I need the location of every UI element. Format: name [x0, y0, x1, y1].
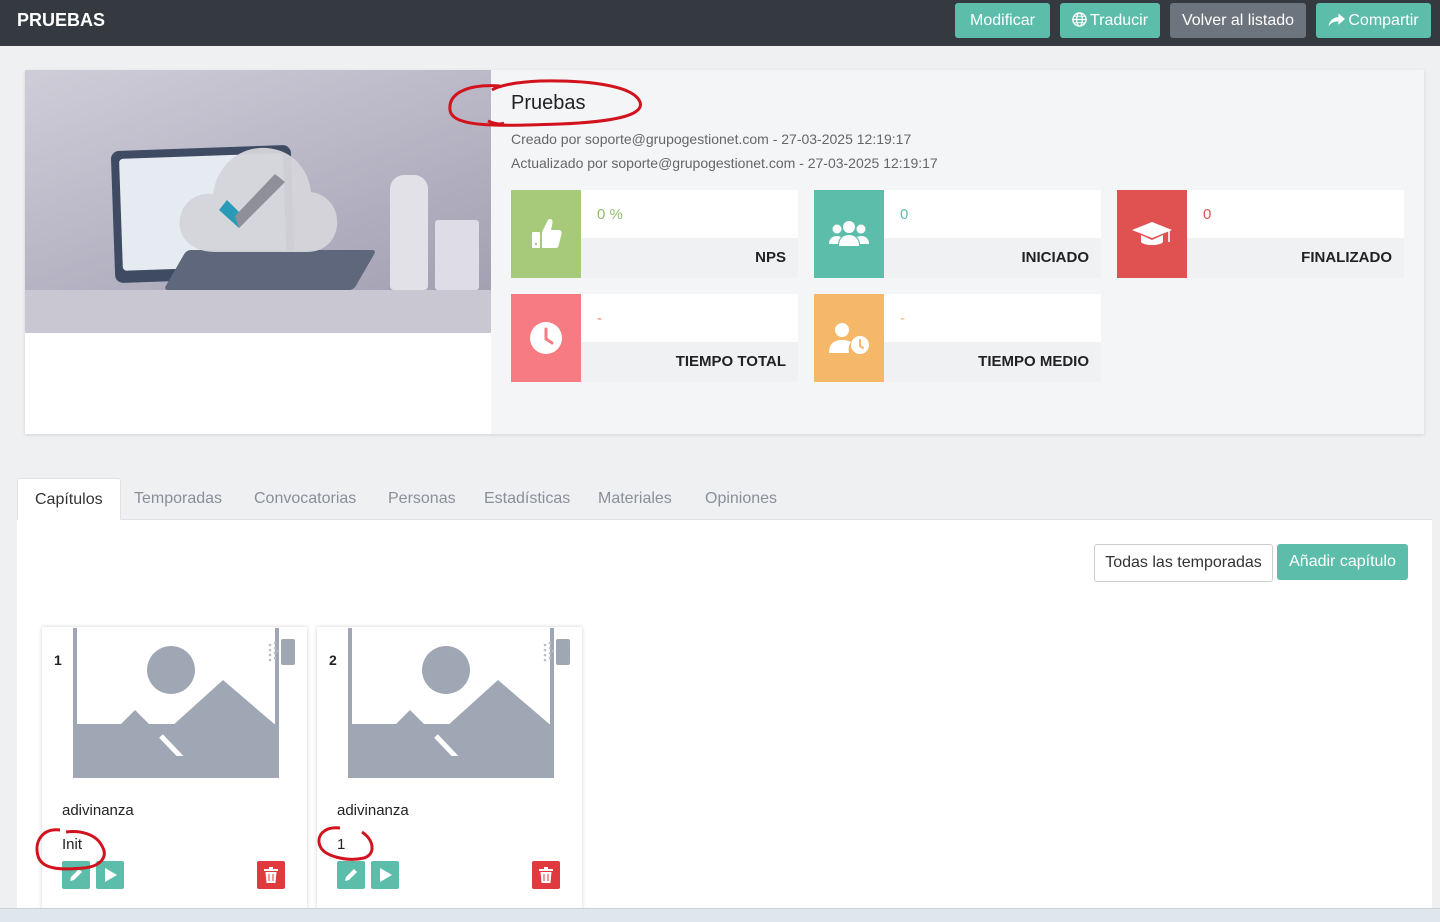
stat-finished: 0 FINALIZADO	[1117, 190, 1404, 278]
chapter-card[interactable]: 2 adivinanza 1	[317, 627, 582, 922]
chapter-name: adivinanza	[62, 802, 134, 819]
stat-value: -	[900, 310, 905, 327]
stat-average-time: - TIEMPO MEDIO	[814, 294, 1101, 382]
image-placeholder-icon	[73, 628, 279, 778]
share-button[interactable]: Compartir	[1316, 3, 1431, 38]
stat-label: TIEMPO MEDIO	[978, 353, 1089, 370]
pencil-icon	[70, 869, 82, 881]
edit-chapter-button[interactable]	[337, 861, 365, 889]
trash-icon	[539, 867, 553, 883]
trash-icon	[264, 867, 278, 883]
play-icon	[380, 868, 392, 882]
clock-icon	[511, 294, 581, 382]
stat-value: 0	[1203, 206, 1212, 223]
stat-value: -	[597, 310, 602, 327]
tab-people[interactable]: Personas	[371, 478, 473, 520]
drag-handle-icon[interactable]	[542, 639, 570, 665]
course-summary-card: Pruebas Creado por soporte@grupogestione…	[25, 70, 1424, 434]
tab-materials[interactable]: Materiales	[581, 478, 689, 520]
tab-seasons[interactable]: Temporadas	[117, 478, 239, 520]
stat-value: 0 %	[597, 206, 623, 223]
share-label: Compartir	[1348, 12, 1419, 29]
delete-chapter-button[interactable]	[532, 861, 560, 889]
back-to-list-button[interactable]: Volver al listado	[1170, 3, 1306, 38]
modify-button[interactable]: Modificar	[955, 3, 1050, 38]
users-icon	[814, 190, 884, 278]
stat-label: TIEMPO TOTAL	[675, 353, 786, 370]
stat-nps: 0 % NPS	[511, 190, 798, 278]
chapter-number: 1	[54, 652, 62, 668]
pencil-icon	[345, 869, 357, 881]
chapter-number: 2	[329, 652, 337, 668]
page-title: Pruebas	[511, 92, 586, 114]
updated-by-text: Actualizado por soporte@grupogestionet.c…	[511, 155, 938, 171]
tab-opinions[interactable]: Opiniones	[688, 478, 794, 520]
created-by-text: Creado por soporte@grupogestionet.com - …	[511, 131, 912, 147]
stat-started: 0 INICIADO	[814, 190, 1101, 278]
image-placeholder-icon	[348, 628, 554, 778]
app-title: PRUEBAS	[17, 10, 106, 30]
stat-label: INICIADO	[1021, 249, 1090, 266]
delete-chapter-button[interactable]	[257, 861, 285, 889]
play-chapter-button[interactable]	[96, 861, 124, 889]
user-clock-icon	[814, 294, 884, 382]
stat-total-time: - TIEMPO TOTAL	[511, 294, 798, 382]
course-image-panel	[25, 70, 491, 434]
translate-button[interactable]: Traducir	[1060, 3, 1160, 38]
all-seasons-button[interactable]: Todas las temporadas	[1094, 544, 1273, 582]
drag-handle-icon[interactable]	[267, 639, 295, 665]
tab-calls[interactable]: Convocatorias	[237, 478, 373, 520]
thumbs-up-icon	[511, 190, 581, 278]
stat-value: 0	[900, 206, 909, 223]
tab-chapters[interactable]: Capítulos	[17, 478, 121, 520]
chapter-name: adivinanza	[337, 802, 409, 819]
play-icon	[105, 868, 117, 882]
top-bar: PRUEBAS Modificar Traducir Volver al lis…	[0, 0, 1440, 46]
share-icon	[1328, 13, 1346, 27]
add-chapter-button[interactable]: Añadir capítulo	[1277, 544, 1408, 580]
chapter-card[interactable]: 1 adivinanza Init	[42, 627, 307, 922]
taskbar-strip	[0, 908, 1440, 922]
edit-chapter-button[interactable]	[62, 861, 90, 889]
chapter-tag: 1	[337, 836, 346, 853]
play-chapter-button[interactable]	[371, 861, 399, 889]
course-cover-image	[25, 70, 491, 333]
graduation-cap-icon	[1117, 190, 1187, 278]
cloud-check-icon	[179, 147, 338, 252]
chapter-tag: Init	[62, 836, 83, 853]
globe-icon	[1072, 12, 1087, 27]
stat-label: FINALIZADO	[1301, 249, 1392, 266]
tab-statistics[interactable]: Estadísticas	[467, 478, 587, 520]
stat-label: NPS	[755, 249, 786, 266]
translate-label: Traducir	[1089, 12, 1149, 29]
